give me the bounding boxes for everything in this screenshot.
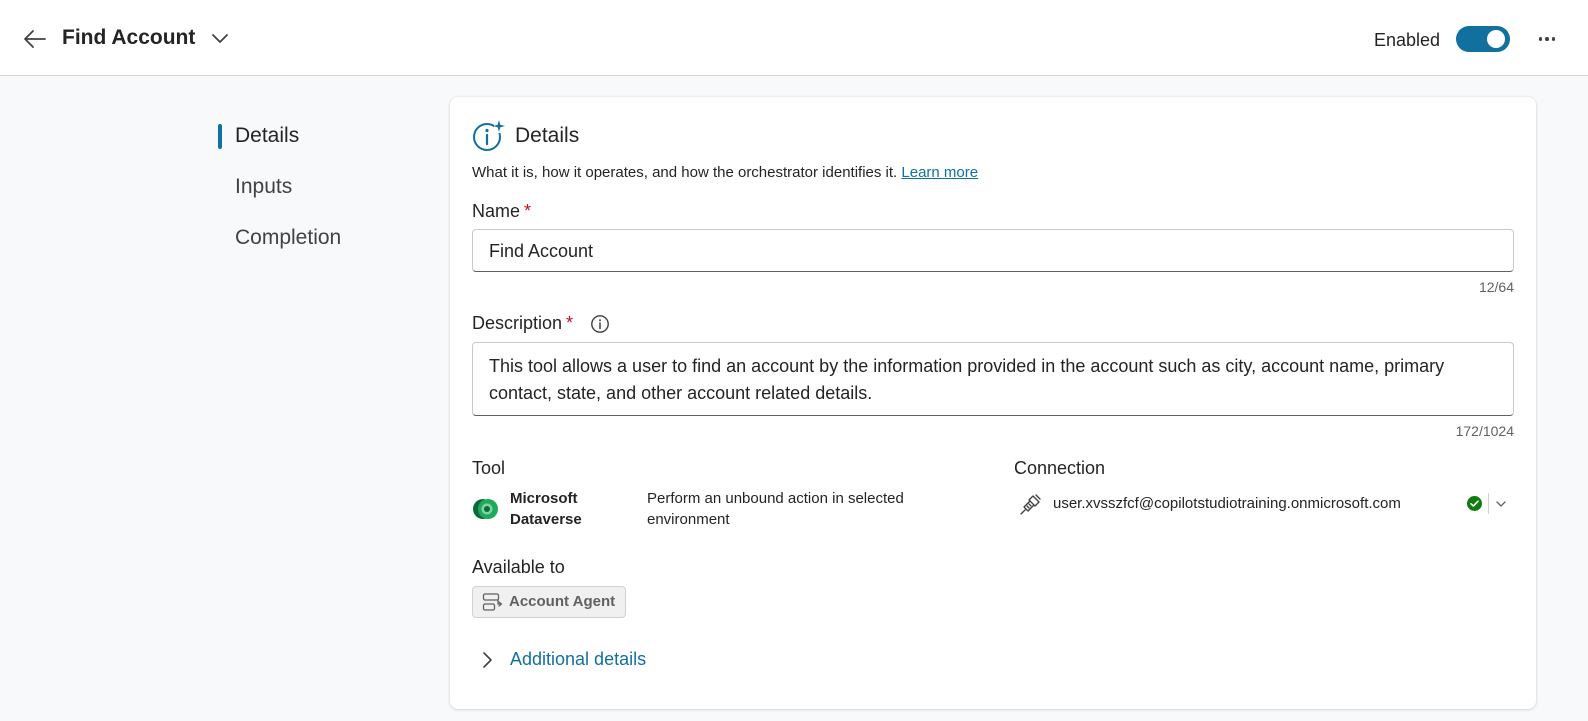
chevron-right-icon <box>478 650 496 670</box>
enabled-toggle[interactable] <box>1456 26 1510 52</box>
top-bar: Find Account Enabled <box>0 0 1588 76</box>
required-marker: * <box>566 313 574 333</box>
back-arrow-icon[interactable] <box>20 24 50 54</box>
plug-connection-icon <box>1019 492 1043 516</box>
required-marker: * <box>524 201 532 221</box>
connection-account: user.xvsszfcf@copilotstudiotraining.onmi… <box>1053 495 1401 512</box>
name-label: Name * <box>472 201 531 222</box>
connected-check-icon <box>1467 496 1482 511</box>
info-icon[interactable] <box>590 314 610 334</box>
tool-label: Tool <box>472 458 506 478</box>
info-sparkle-icon <box>472 119 506 153</box>
agent-chip[interactable]: Account Agent <box>472 586 627 618</box>
description-label: Description * <box>472 313 573 334</box>
description-label-text: Description <box>472 313 563 333</box>
available-to-label: Available to <box>472 557 565 577</box>
description-counter: 172/1024 <box>1455 423 1514 439</box>
tool-name: Microsoft Dataverse <box>510 490 582 528</box>
details-card: Details What it is, how it operates, and… <box>450 97 1536 709</box>
toggle-knob <box>1487 30 1505 48</box>
description-input[interactable]: This tool allows a user to find an accou… <box>472 342 1514 416</box>
name-input[interactable]: Find Account <box>472 229 1514 272</box>
divider <box>1488 493 1489 514</box>
nav-item-inputs[interactable]: Inputs <box>218 169 418 220</box>
name-counter: 12/64 <box>1478 279 1514 295</box>
enabled-label: Enabled <box>1374 30 1441 50</box>
agent-flow-icon <box>482 592 503 613</box>
nav-item-completion[interactable]: Completion <box>218 220 418 271</box>
section-nav: Details Inputs Completion <box>218 118 418 271</box>
learn-more-link[interactable]: Learn more <box>901 164 978 181</box>
connection-chevron-down-icon[interactable] <box>1493 496 1509 512</box>
card-subtitle: What it is, how it operates, and how the… <box>472 164 978 181</box>
card-title: Details <box>515 124 580 147</box>
additional-details-label: Additional details <box>510 649 647 669</box>
tool-action: Perform an unbound action in selected en… <box>647 490 904 528</box>
dataverse-logo-icon <box>472 495 500 523</box>
name-label-text: Name <box>472 201 521 221</box>
agent-name: Account Agent <box>509 593 616 610</box>
nav-item-details[interactable]: Details <box>218 118 418 169</box>
more-options-icon[interactable] <box>1533 26 1561 52</box>
page-title: Find Account <box>62 26 196 49</box>
connection-label: Connection <box>1014 458 1106 478</box>
subtitle-text: What it is, how it operates, and how the… <box>472 164 898 181</box>
chevron-down-icon[interactable] <box>207 26 233 52</box>
